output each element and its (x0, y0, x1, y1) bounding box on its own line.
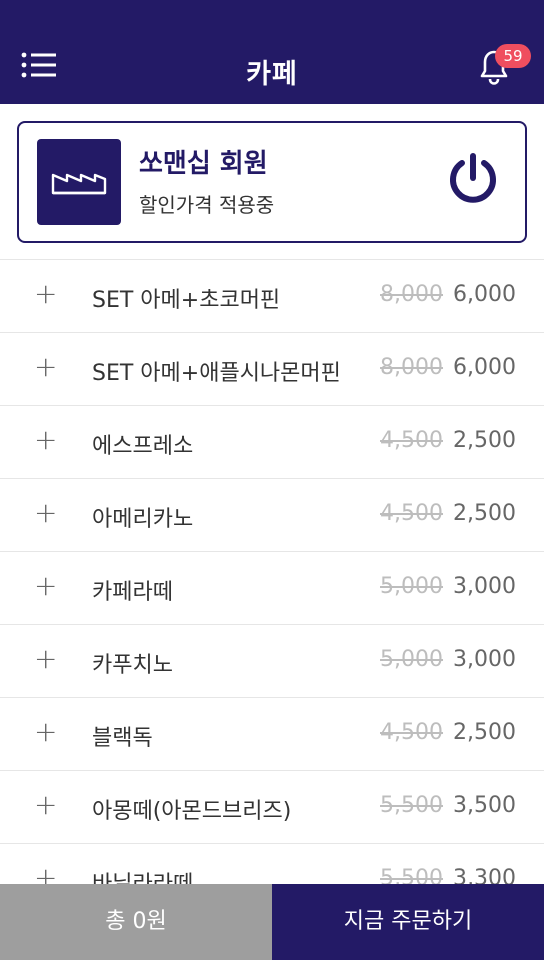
discount-price: 6,000 (453, 282, 516, 307)
original-price: 5,000 (380, 647, 444, 672)
menu-list: + SET 아메+초코머핀 8,000 6,000 + SET 아메+애플시나몬머… (0, 259, 544, 884)
original-price: 5,500 (380, 866, 444, 884)
order-now-button[interactable]: 지금 주문하기 (272, 884, 544, 960)
discount-price: 3,300 (453, 866, 516, 884)
list-item[interactable]: + 카푸치노 5,000 3,000 (0, 625, 544, 698)
factory-logo-icon (37, 139, 121, 225)
membership-subtitle: 할인가격 적용중 (139, 193, 275, 217)
price: 5,000 3,000 (380, 574, 516, 599)
list-item[interactable]: + 블랙독 4,500 2,500 (0, 698, 544, 771)
list-item[interactable]: + SET 아메+애플시나몬머핀 8,000 6,000 (0, 333, 544, 406)
plus-icon[interactable]: + (34, 353, 58, 381)
item-name: 블랙독 (92, 726, 153, 751)
price: 5,500 3,500 (380, 793, 516, 818)
plus-icon[interactable]: + (34, 791, 58, 819)
discount-price: 3,000 (453, 574, 516, 599)
list-item[interactable]: + SET 아메+초코머핀 8,000 6,000 (0, 260, 544, 333)
price: 4,500 2,500 (380, 428, 516, 453)
bottom-bar: 총 0원 지금 주문하기 (0, 884, 544, 960)
item-name: 아메리카노 (92, 507, 194, 532)
list-item[interactable]: + 아메리카노 4,500 2,500 (0, 479, 544, 552)
discount-price: 3,000 (453, 647, 516, 672)
original-price: 4,500 (380, 428, 444, 453)
plus-icon[interactable]: + (34, 426, 58, 454)
page-title: 카페 (246, 59, 298, 90)
original-price: 8,000 (380, 282, 444, 307)
price: 4,500 2,500 (380, 720, 516, 745)
membership-title: 쏘맨십 회원 (139, 149, 268, 179)
price: 5,000 3,000 (380, 647, 516, 672)
price: 4,500 2,500 (380, 501, 516, 526)
plus-icon[interactable]: + (34, 499, 58, 527)
item-name: SET 아메+초코머핀 (92, 288, 281, 313)
plus-icon[interactable]: + (34, 280, 58, 308)
list-item[interactable]: + 아몽떼(아몬드브리즈) 5,500 3,500 (0, 771, 544, 844)
order-total: 총 0원 (0, 884, 272, 960)
list-item[interactable]: + 에스프레소 4,500 2,500 (0, 406, 544, 479)
item-name: 카페라떼 (92, 580, 173, 605)
price: 5,500 3,300 (380, 866, 516, 884)
original-price: 8,000 (380, 355, 444, 380)
price: 8,000 6,000 (380, 282, 516, 307)
plus-icon[interactable]: + (34, 718, 58, 746)
original-price: 5,000 (380, 574, 444, 599)
original-price: 4,500 (380, 720, 444, 745)
list-item[interactable]: + 바닐라라떼 5,500 3,300 (0, 844, 544, 885)
original-price: 5,500 (380, 793, 444, 818)
price: 8,000 6,000 (380, 355, 516, 380)
discount-price: 2,500 (453, 720, 516, 745)
notification-badge: 59 (495, 44, 531, 68)
top-bar: 카페 59 (0, 0, 544, 104)
item-name: 카푸치노 (92, 653, 173, 678)
discount-price: 2,500 (453, 501, 516, 526)
discount-price: 3,500 (453, 793, 516, 818)
plus-icon[interactable]: + (34, 864, 58, 885)
discount-price: 2,500 (453, 428, 516, 453)
power-icon[interactable] (445, 150, 501, 206)
item-name: 바닐라라떼 (92, 866, 193, 884)
original-price: 4,500 (380, 501, 444, 526)
item-name: 에스프레소 (92, 434, 194, 459)
item-name: 아몽떼(아몬드브리즈) (92, 799, 292, 824)
item-name: SET 아메+애플시나몬머핀 (92, 361, 341, 386)
membership-card: 쏘맨십 회원 할인가격 적용중 (17, 121, 527, 243)
plus-icon[interactable]: + (34, 572, 58, 600)
list-item[interactable]: + 카페라떼 5,000 3,000 (0, 552, 544, 625)
discount-price: 6,000 (453, 355, 516, 380)
plus-icon[interactable]: + (34, 645, 58, 673)
